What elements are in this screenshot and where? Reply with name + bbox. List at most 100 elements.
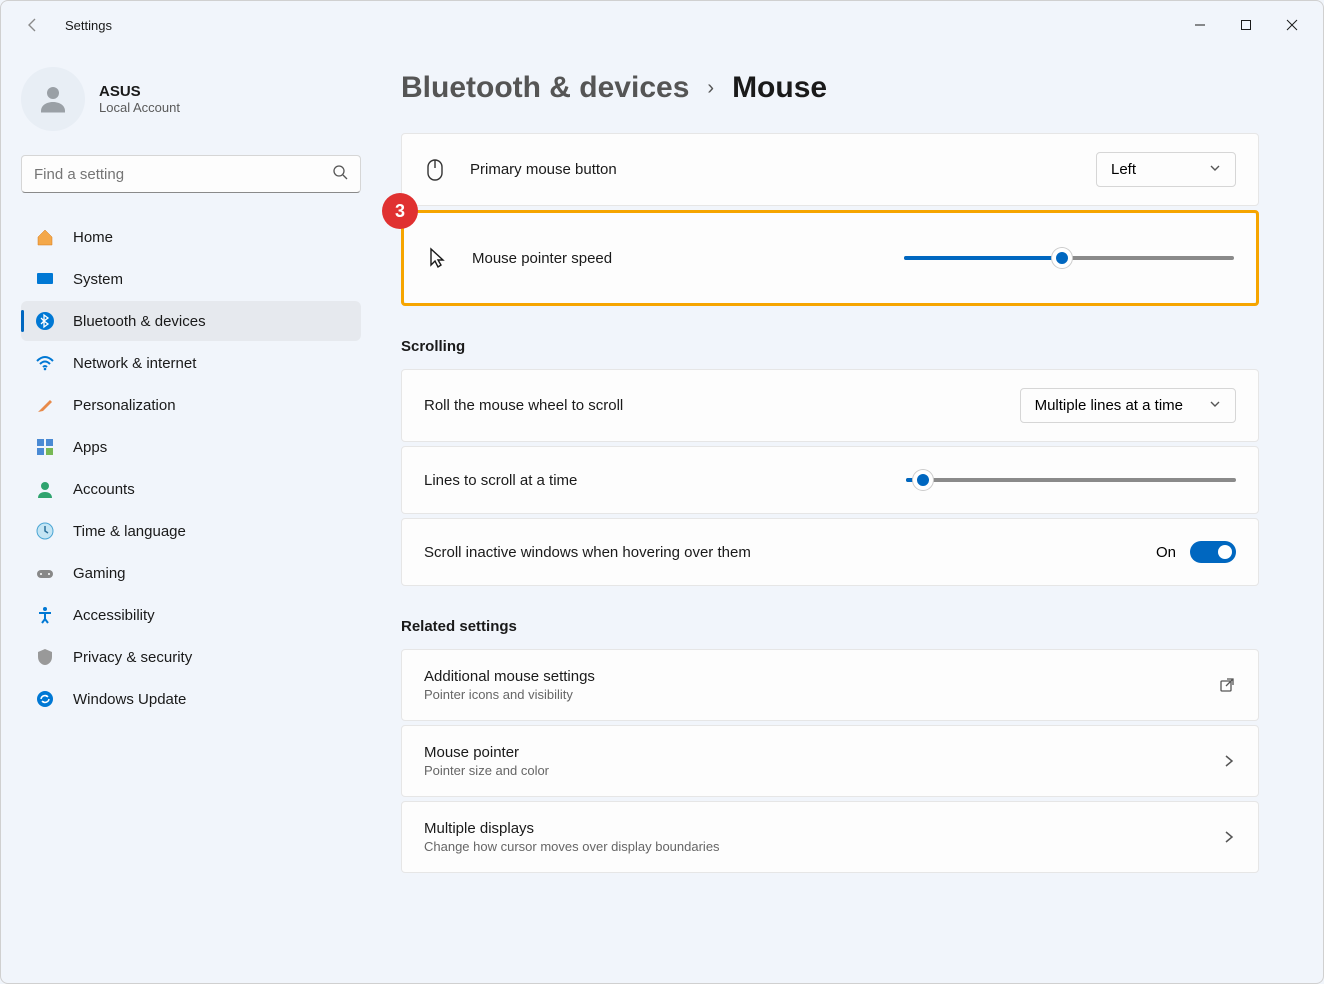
nav-personalization[interactable]: Personalization [21,385,361,425]
person-icon [35,81,71,117]
chevron-right-icon [1222,754,1236,768]
nav-label: Time & language [73,523,186,540]
inactive-scroll-toggle[interactable] [1190,541,1236,563]
scroll-mode-dropdown[interactable]: Multiple lines at a time [1020,388,1236,423]
setting-label: Roll the mouse wheel to scroll [424,397,996,414]
main-content: Bluetooth & devices › Mouse Primary mous… [381,49,1323,983]
setting-pointer-speed: Mouse pointer speed [404,213,1256,303]
close-button[interactable] [1269,9,1315,41]
setting-scroll-lines: Lines to scroll at a time [401,446,1259,514]
primary-button-dropdown[interactable]: Left [1096,152,1236,187]
slider-thumb[interactable] [1052,248,1072,268]
nav-label: System [73,271,123,288]
account-icon [35,479,55,499]
nav-label: Bluetooth & devices [73,313,206,330]
pointer-speed-slider[interactable] [904,248,1234,268]
mouse-icon [424,159,446,181]
bluetooth-icon [35,311,55,331]
accessibility-icon [35,605,55,625]
nav-home[interactable]: Home [21,217,361,257]
external-link-icon [1218,676,1236,694]
nav-label: Home [73,229,113,246]
dropdown-value: Left [1111,161,1136,178]
chevron-right-icon: › [707,77,714,100]
sidebar: ASUS Local Account Home System Bluetooth… [1,49,381,983]
minimize-button[interactable] [1177,9,1223,41]
nav-system[interactable]: System [21,259,361,299]
setting-label: Scroll inactive windows when hovering ov… [424,544,1132,561]
annotation-badge: 3 [382,193,418,229]
system-icon [35,269,55,289]
maximize-icon [1240,19,1252,31]
link-title: Multiple displays [424,820,1198,837]
nav-update[interactable]: Windows Update [21,679,361,719]
section-header-scrolling: Scrolling [401,338,1259,355]
nav-list: Home System Bluetooth & devices Network … [21,217,361,719]
breadcrumb: Bluetooth & devices › Mouse [401,71,1259,105]
breadcrumb-parent[interactable]: Bluetooth & devices [401,71,689,105]
avatar [21,67,85,131]
cursor-icon [426,247,448,269]
back-button[interactable] [21,13,45,37]
toggle-label: On [1156,544,1176,561]
maximize-button[interactable] [1223,9,1269,41]
setting-inactive-scroll: Scroll inactive windows when hovering ov… [401,518,1259,586]
link-additional-mouse-settings[interactable]: Additional mouse settings Pointer icons … [401,649,1259,721]
link-title: Additional mouse settings [424,668,1194,685]
arrow-left-icon [25,17,41,33]
gamepad-icon [35,563,55,583]
nav-bluetooth[interactable]: Bluetooth & devices [21,301,361,341]
chevron-down-icon [1209,397,1221,414]
link-title: Mouse pointer [424,744,1198,761]
link-subtitle: Pointer icons and visibility [424,687,1194,702]
dropdown-value: Multiple lines at a time [1035,397,1183,414]
breadcrumb-current: Mouse [732,71,827,105]
nav-label: Privacy & security [73,649,192,666]
nav-accounts[interactable]: Accounts [21,469,361,509]
scroll-lines-slider[interactable] [906,470,1236,490]
titlebar: Settings [1,1,1323,49]
setting-label: Mouse pointer speed [472,250,880,267]
update-icon [35,689,55,709]
setting-scroll-mode: Roll the mouse wheel to scroll Multiple … [401,369,1259,442]
nav-network[interactable]: Network & internet [21,343,361,383]
slider-thumb[interactable] [913,470,933,490]
wifi-icon [35,353,55,373]
link-subtitle: Change how cursor moves over display bou… [424,839,1198,854]
nav-label: Personalization [73,397,176,414]
nav-label: Network & internet [73,355,196,372]
nav-time[interactable]: Time & language [21,511,361,551]
profile-subtitle: Local Account [99,100,180,115]
apps-icon [35,437,55,457]
search-input[interactable] [34,166,332,183]
brush-icon [35,395,55,415]
nav-privacy[interactable]: Privacy & security [21,637,361,677]
chevron-down-icon [1209,161,1221,178]
section-header-related: Related settings [401,618,1259,635]
profile-block[interactable]: ASUS Local Account [21,67,361,131]
nav-accessibility[interactable]: Accessibility [21,595,361,635]
close-icon [1286,19,1298,31]
minimize-icon [1194,19,1206,31]
link-mouse-pointer[interactable]: Mouse pointer Pointer size and color [401,725,1259,797]
nav-label: Accounts [73,481,135,498]
setting-primary-button: Primary mouse button Left [401,133,1259,206]
chevron-right-icon [1222,830,1236,844]
search-box[interactable] [21,155,361,193]
profile-name: ASUS [99,83,180,100]
clock-icon [35,521,55,541]
search-icon [332,164,348,185]
nav-apps[interactable]: Apps [21,427,361,467]
home-icon [35,227,55,247]
shield-icon [35,647,55,667]
window-title: Settings [65,18,112,33]
nav-label: Accessibility [73,607,155,624]
setting-label: Lines to scroll at a time [424,472,882,489]
nav-label: Gaming [73,565,126,582]
nav-gaming[interactable]: Gaming [21,553,361,593]
link-subtitle: Pointer size and color [424,763,1198,778]
nav-label: Apps [73,439,107,456]
highlight-box: 3 Mouse pointer speed [401,210,1259,306]
link-multiple-displays[interactable]: Multiple displays Change how cursor move… [401,801,1259,873]
setting-label: Primary mouse button [470,161,1072,178]
